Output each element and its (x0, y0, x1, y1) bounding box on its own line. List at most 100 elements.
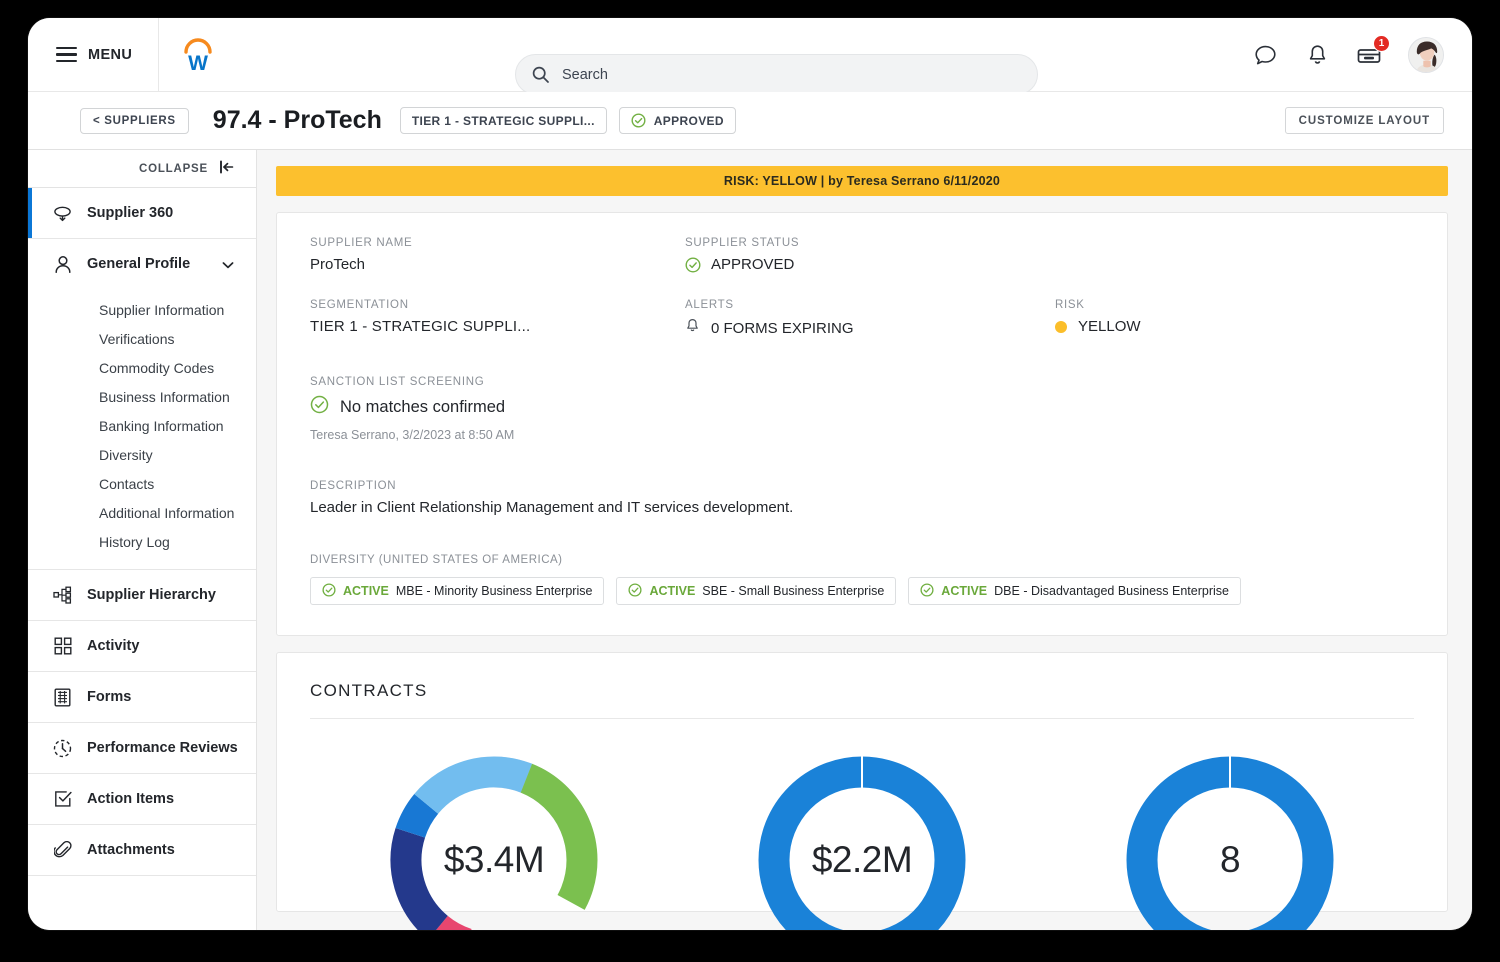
diversity-chip-mbe[interactable]: ACTIVE MBE - Minority Business Enterpris… (310, 577, 604, 605)
sidebar-subitem-additional-information[interactable]: Additional Information (28, 498, 256, 527)
sidebar-subitem-history-log[interactable]: History Log (28, 527, 256, 556)
sidebar-subitem-supplier-information[interactable]: Supplier Information (28, 295, 256, 324)
search-input[interactable]: Search (562, 67, 608, 83)
sidebar-item-label: Supplier 360 (87, 205, 173, 221)
diversity-chip-status: ACTIVE (343, 584, 389, 598)
inbox-badge-count: 1 (1373, 35, 1390, 52)
check-circle-icon (628, 583, 642, 600)
segmentation-pill[interactable]: TIER 1 - STRATEGIC SUPPLI... (400, 107, 607, 134)
field-value: TIER 1 - STRATEGIC SUPPLI... (310, 318, 685, 335)
field-risk: RISK YELLOW (1055, 299, 1414, 338)
checklist-icon (53, 790, 72, 809)
sidebar-item-general-profile[interactable]: General Profile (28, 239, 256, 289)
bell-icon[interactable] (1304, 42, 1330, 68)
sidebar-item-activity[interactable]: Activity (28, 621, 256, 671)
donut-chart-contract-spend[interactable]: $3.4M (383, 749, 605, 930)
workday-logo-icon: W (181, 37, 215, 73)
field-value: 0 FORMS EXPIRING (711, 320, 854, 337)
chat-bubble-icon[interactable] (1252, 42, 1278, 68)
risk-banner-text: RISK: YELLOW | by Teresa Serrano 6/11/20… (724, 174, 1000, 188)
diversity-section: DIVERSITY (UNITED STATES OF AMERICA) ACT… (310, 554, 1414, 605)
sidebar-section-supplier-hierarchy: Supplier Hierarchy (28, 570, 256, 621)
donut-chart-contract-count[interactable]: 8 (1119, 749, 1341, 930)
sidebar-item-label: Forms (87, 689, 131, 705)
person-icon (53, 255, 72, 274)
sidebar-subitem-commodity-codes[interactable]: Commodity Codes (28, 353, 256, 382)
risk-banner: RISK: YELLOW | by Teresa Serrano 6/11/20… (276, 166, 1448, 196)
field-sanction-list-screening: SANCTION LIST SCREENING No matches confi… (310, 376, 1414, 442)
customize-layout-label: CUSTOMIZE LAYOUT (1299, 115, 1430, 127)
field-value: Leader in Client Relationship Management… (310, 499, 1414, 516)
field-value: No matches confirmed (340, 398, 505, 417)
overview-row1-spacer (1055, 237, 1414, 273)
field-value: YELLOW (1078, 318, 1141, 335)
donut-chart-contract-amount[interactable]: $2.2M (751, 749, 973, 930)
contracts-title: CONTRACTS (310, 681, 1414, 719)
field-description: DESCRIPTION Leader in Client Relationshi… (310, 480, 1414, 516)
overview-row-1: SUPPLIER NAME ProTech SUPPLIER STATUS (310, 237, 1414, 273)
gauge-icon (53, 739, 72, 758)
field-label: SANCTION LIST SCREENING (310, 376, 1414, 388)
status-badge[interactable]: APPROVED (619, 107, 736, 134)
page-title-bar: < SUPPLIERS 97.4 - ProTech TIER 1 - STRA… (28, 92, 1472, 150)
sidebar-item-label: Supplier Hierarchy (87, 587, 216, 603)
diversity-chip-sbe[interactable]: ACTIVE SBE - Small Business Enterprise (616, 577, 896, 605)
segmentation-pill-label: TIER 1 - STRATEGIC SUPPLI... (412, 114, 595, 128)
sanction-meta-text: Teresa Serrano, 3/2/2023 at 8:50 AM (310, 428, 1414, 442)
collapse-label: COLLAPSE (139, 163, 208, 175)
sidebar-item-forms[interactable]: Forms (28, 672, 256, 722)
collapse-panel-icon (219, 160, 234, 177)
sidebar-item-label: Performance Reviews (87, 740, 238, 756)
chevron-down-icon (221, 258, 234, 271)
contracts-donut-row: $3.4M $2.2M (310, 719, 1414, 930)
page-title: 97.4 - ProTech (213, 106, 382, 135)
sidebar-subitem-diversity[interactable]: Diversity (28, 440, 256, 469)
header-actions: 1 (1252, 18, 1444, 92)
diversity-label: DIVERSITY (UNITED STATES OF AMERICA) (310, 554, 1414, 566)
sidebar-item-label: Attachments (87, 842, 175, 858)
customize-layout-button[interactable]: CUSTOMIZE LAYOUT (1285, 107, 1444, 134)
supplier-overview-card: SUPPLIER NAME ProTech SUPPLIER STATUS (276, 212, 1448, 636)
sidebar-navigation: COLLAPSE (28, 150, 257, 930)
inbox-icon[interactable]: 1 (1356, 42, 1382, 68)
sidebar-section-general-profile: General Profile Supplier Information Ver… (28, 239, 256, 570)
field-value-group: No matches confirmed (310, 395, 1414, 419)
back-to-suppliers-button[interactable]: < SUPPLIERS (80, 108, 189, 134)
field-label: SUPPLIER STATUS (685, 237, 1055, 249)
sidebar-item-label: Activity (87, 638, 139, 654)
grid-squares-icon (53, 637, 72, 656)
field-value-group: 0 FORMS EXPIRING (685, 318, 1055, 338)
field-label: RISK (1055, 299, 1414, 311)
menu-button[interactable]: MENU (28, 18, 159, 92)
check-circle-icon (920, 583, 934, 600)
svg-text:W: W (188, 52, 208, 73)
sidebar-item-attachments[interactable]: Attachments (28, 825, 256, 875)
sidebar-section-performance-reviews: Performance Reviews (28, 723, 256, 774)
workday-logo[interactable]: W (159, 37, 235, 73)
sidebar-item-supplier-hierarchy[interactable]: Supplier Hierarchy (28, 570, 256, 620)
search-bar[interactable]: Search (515, 54, 1038, 95)
collapse-sidebar-button[interactable]: COLLAPSE (28, 150, 256, 188)
sidebar-subitem-contacts[interactable]: Contacts (28, 469, 256, 498)
sidebar-subitem-business-information[interactable]: Business Information (28, 382, 256, 411)
sidebar-item-action-items[interactable]: Action Items (28, 774, 256, 824)
sidebar-subitem-banking-information[interactable]: Banking Information (28, 411, 256, 440)
sidebar-section-action-items: Action Items (28, 774, 256, 825)
field-supplier-name: SUPPLIER NAME ProTech (310, 237, 685, 273)
sidebar-item-label: General Profile (87, 256, 190, 272)
field-label: ALERTS (685, 299, 1055, 311)
menu-label: MENU (88, 47, 132, 63)
field-segmentation: SEGMENTATION TIER 1 - STRATEGIC SUPPLI..… (310, 299, 685, 338)
donut-center-label: $2.2M (751, 839, 973, 881)
sidebar-item-performance-reviews[interactable]: Performance Reviews (28, 723, 256, 773)
diversity-chip-dbe[interactable]: ACTIVE DBE - Disadvantaged Business Ente… (908, 577, 1241, 605)
check-circle-icon (631, 113, 646, 128)
sidebar-item-supplier-360[interactable]: Supplier 360 (28, 188, 256, 238)
sidebar-subitem-verifications[interactable]: Verifications (28, 324, 256, 353)
field-label: SEGMENTATION (310, 299, 685, 311)
check-circle-icon (685, 257, 700, 272)
diversity-chip-status: ACTIVE (649, 584, 695, 598)
application-window: MENU W Search (28, 18, 1472, 930)
user-avatar[interactable] (1408, 37, 1444, 73)
field-value-group: YELLOW (1055, 318, 1414, 335)
